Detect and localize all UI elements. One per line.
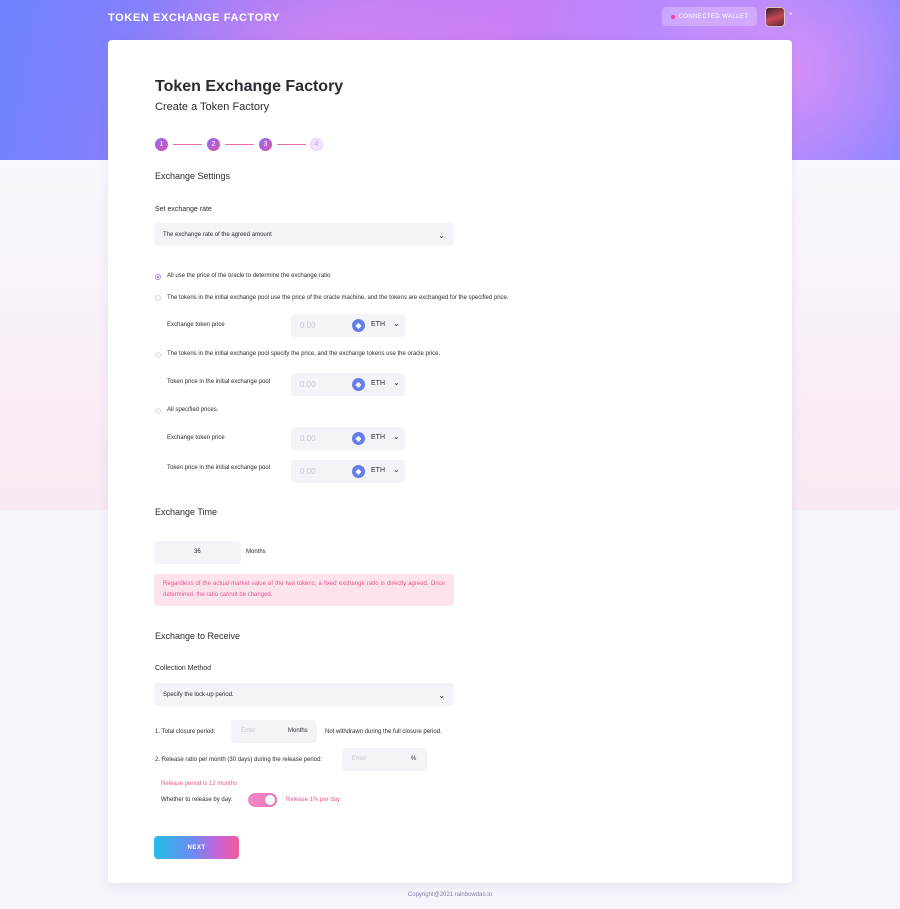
- exchange-token-price-field[interactable]: 0.00 ◆ ETH ⌄: [291, 427, 405, 450]
- closure-period-input[interactable]: Enter Months: [231, 720, 317, 743]
- exchange-token-price-field[interactable]: 0.00 ◆ ETH ⌄: [291, 314, 405, 337]
- rate-label: Set exchange rate: [155, 206, 212, 213]
- exchange-time-input[interactable]: 36: [154, 541, 241, 564]
- price-unit: ETH: [371, 321, 385, 328]
- step-connector: [173, 144, 202, 145]
- price-unit: ETH: [371, 467, 385, 474]
- closure-period-note: Not withdrawn during the full closure pe…: [325, 729, 442, 735]
- exchange-time-unit: Months: [246, 549, 266, 555]
- form-card: Token Exchange Factory Create a Token Fa…: [108, 40, 792, 883]
- initial-pool-price-label: Token price in the initial exchange pool: [167, 379, 271, 385]
- chevron-down-icon: ⌄: [438, 230, 445, 240]
- connected-wallet-button[interactable]: CONNECTED WALLET: [662, 7, 757, 26]
- step-4: 4: [310, 138, 323, 151]
- closure-period-label: 1. Total closure period:: [155, 729, 216, 735]
- release-ratio-label: 2. Release ratio per month (30 days) dur…: [155, 757, 323, 763]
- wallet-status-dot: [670, 14, 675, 19]
- option-pool-oracle-label: The tokens in the initial exchange pool …: [167, 295, 509, 301]
- release-ratio-unit: %: [411, 756, 417, 762]
- step-connector: [277, 144, 306, 145]
- fixed-ratio-notice: Regardless of the actual market value of…: [154, 574, 454, 606]
- price-value: 0.00: [300, 467, 316, 476]
- collection-method-label: Collection Method: [155, 665, 212, 672]
- option-pool-oracle-radio[interactable]: [155, 295, 161, 301]
- release-by-day-note: Release 1% per day: [286, 797, 341, 803]
- chevron-down-icon: ⌄: [438, 690, 445, 700]
- page-title: Token Exchange Factory: [155, 78, 344, 95]
- brand-logo-text[interactable]: TOKEN EXCHANGE FACTORY: [108, 12, 280, 24]
- step-1: 1: [155, 138, 168, 151]
- exchange-rate-select[interactable]: The exchange rate of the agreed amount ⌄: [154, 223, 454, 246]
- footer-copyright: Copyright@2021 rainbowdao.io: [407, 892, 493, 898]
- avatar[interactable]: [765, 7, 785, 27]
- price-value: 0.00: [300, 321, 316, 330]
- collection-method-select[interactable]: Specify the lock-up period. ⌄: [154, 683, 454, 706]
- chevron-down-icon[interactable]: ⌄: [393, 465, 400, 474]
- price-unit: ETH: [371, 434, 385, 441]
- initial-pool-price-field[interactable]: 0.00 ◆ ETH ⌄: [291, 460, 405, 483]
- eth-icon: ◆: [352, 319, 365, 332]
- release-period-text: Release period is 12 months: [161, 781, 238, 787]
- chevron-down-icon[interactable]: ⌄: [393, 432, 400, 441]
- exchange-settings-title: Exchange Settings: [155, 171, 231, 181]
- option-all-specified-label: All specified prices.: [167, 407, 219, 413]
- page-subtitle: Create a Token Factory: [155, 101, 270, 113]
- exchange-rate-select-value: The exchange rate of the agreed amount: [163, 231, 272, 238]
- step-2: 2: [207, 138, 220, 151]
- step-3: 3: [259, 138, 272, 151]
- next-button[interactable]: NEXT: [154, 836, 239, 859]
- release-ratio-placeholder: Enter: [352, 756, 367, 762]
- price-value: 0.00: [300, 380, 316, 389]
- eth-icon: ◆: [352, 432, 365, 445]
- option-pool-specified-radio[interactable]: [155, 352, 161, 358]
- price-value: 0.00: [300, 434, 316, 443]
- eth-icon: ◆: [352, 378, 365, 391]
- price-unit: ETH: [371, 380, 385, 387]
- step-connector: [225, 144, 254, 145]
- closure-period-placeholder: Enter: [241, 728, 256, 734]
- exchange-token-price-label: Exchange token price: [167, 322, 225, 328]
- release-by-day-toggle[interactable]: [248, 793, 277, 807]
- toggle-knob: [265, 795, 275, 805]
- closure-period-unit: Months: [288, 728, 308, 734]
- chevron-down-icon[interactable]: ⌄: [393, 319, 400, 328]
- exchange-token-price-label: Exchange token price: [167, 435, 225, 441]
- initial-pool-price-label: Token price in the initial exchange pool: [167, 465, 271, 471]
- collection-method-value: Specify the lock-up period.: [163, 691, 234, 698]
- release-ratio-input[interactable]: Enter %: [342, 748, 427, 771]
- wallet-label: CONNECTED WALLET: [678, 13, 749, 20]
- option-oracle-all-label: All use the price of the oracle to deter…: [167, 273, 331, 279]
- eth-icon: ◆: [352, 465, 365, 478]
- release-by-day-label: Whether to release by day:: [161, 797, 233, 803]
- option-all-specified-radio[interactable]: [155, 408, 161, 414]
- exchange-time-title: Exchange Time: [155, 507, 218, 517]
- option-pool-specified-label: The tokens in the initial exchange pool …: [167, 351, 441, 357]
- initial-pool-price-field[interactable]: 0.00 ◆ ETH ⌄: [291, 373, 405, 396]
- avatar-caret-icon[interactable]: ˅: [789, 12, 793, 18]
- option-oracle-all-radio[interactable]: [155, 274, 161, 280]
- chevron-down-icon[interactable]: ⌄: [393, 378, 400, 387]
- exchange-time-value: 36: [194, 549, 201, 555]
- exchange-receive-title: Exchange to Receive: [155, 631, 241, 641]
